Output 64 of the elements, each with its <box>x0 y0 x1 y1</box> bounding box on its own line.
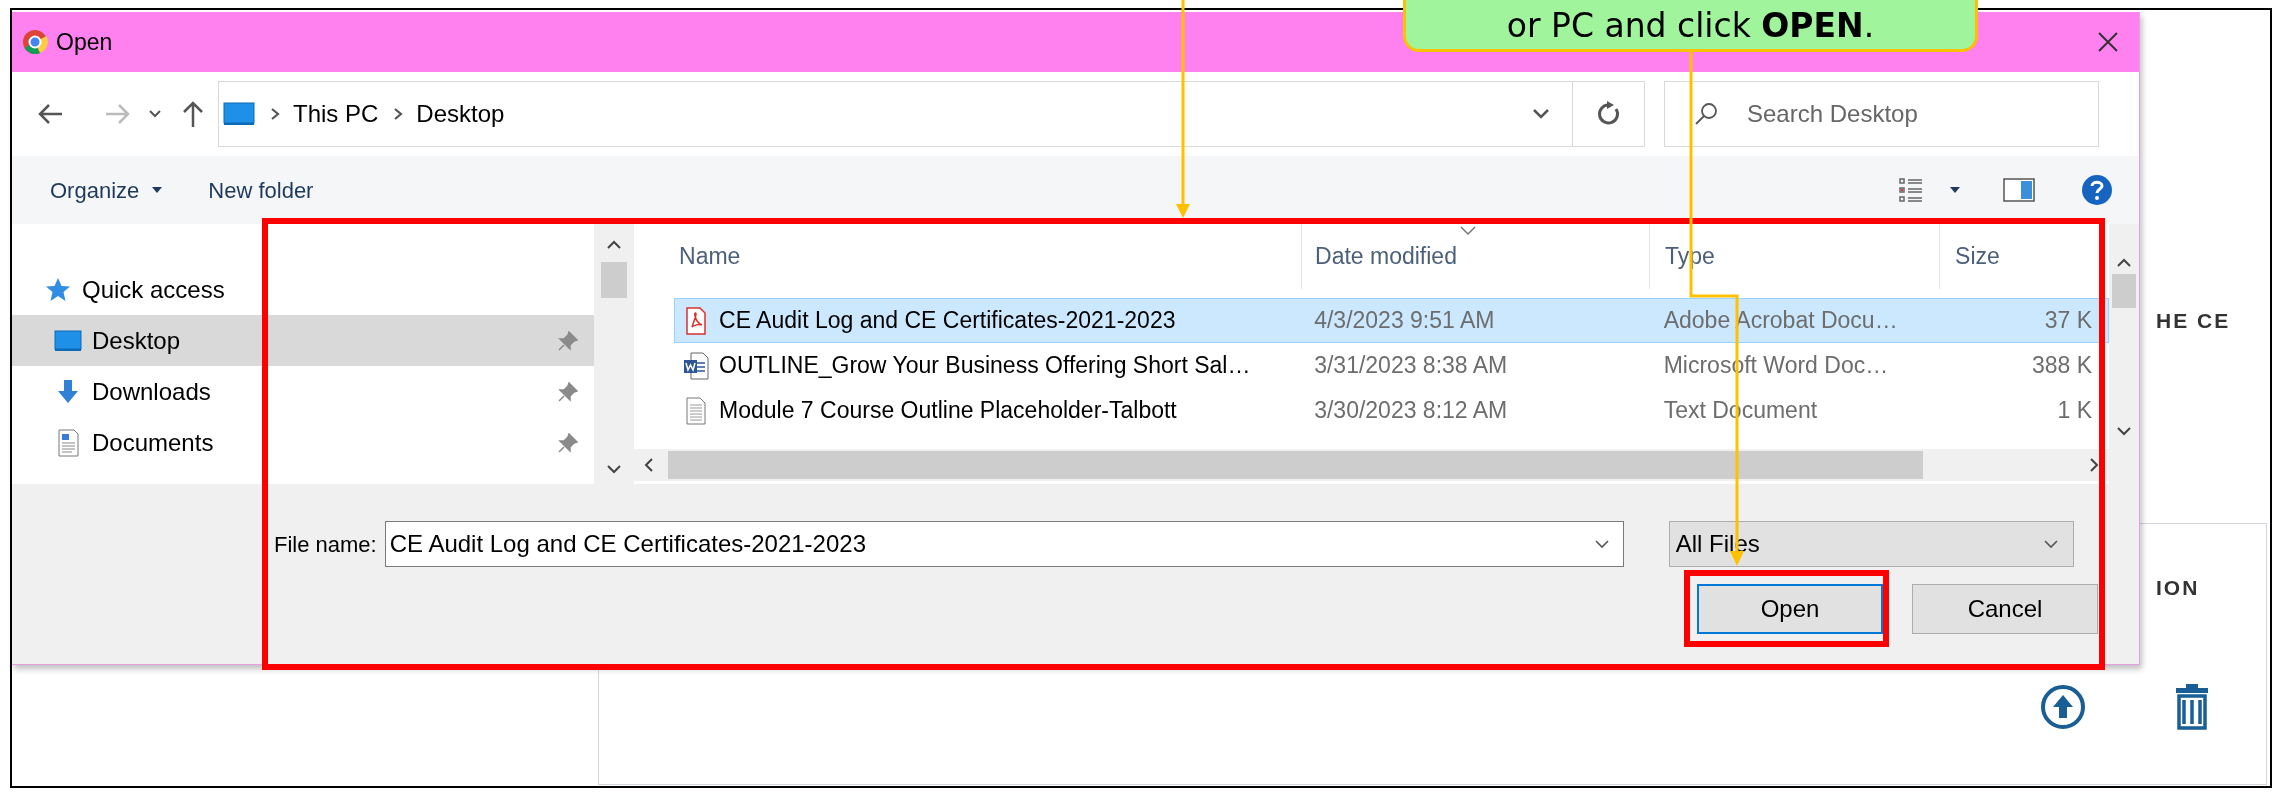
nav-item[interactable]: Quick access <box>12 264 595 315</box>
field-label: File name: <box>274 530 377 559</box>
section-heading: ION <box>2156 575 2200 601</box>
column-header[interactable]: Size <box>1955 239 2000 274</box>
scrollbar-thumb[interactable] <box>668 451 1924 479</box>
sort-icon <box>1460 226 1477 235</box>
refresh-button[interactable] <box>1573 81 1645 147</box>
caret-icon[interactable] <box>1949 186 1961 194</box>
chevron-right-icon[interactable] <box>392 107 405 121</box>
scroll-down-icon[interactable] <box>606 464 623 474</box>
callout-text: or PC and click OPEN. <box>1506 7 1875 45</box>
column-header[interactable]: Date modified <box>1315 239 1457 274</box>
nav-item[interactable]: Documents <box>12 417 595 468</box>
file-name: Module 7 Course Outline Placeholder-Talbott <box>719 396 1177 426</box>
scroll-right-icon[interactable] <box>2089 457 2100 473</box>
back-icon[interactable] <box>38 103 64 125</box>
file-size: 388 K <box>2031 352 2093 379</box>
browser-icon <box>22 29 48 55</box>
scroll-down-icon[interactable] <box>2116 426 2132 436</box>
chevron-down-icon <box>2042 539 2059 549</box>
pin-icon[interactable] <box>558 432 579 453</box>
nav-item[interactable]: Downloads <box>12 366 595 417</box>
cancel-button[interactable]: Cancel <box>1912 584 2098 634</box>
chevron-down-icon[interactable] <box>1593 539 1610 549</box>
file-date: 3/30/2023 8:12 AM <box>1314 397 1508 424</box>
scrollbar-thumb[interactable] <box>2112 274 2136 308</box>
search-icon <box>1694 102 1718 126</box>
organize-menu[interactable]: Organize <box>50 173 164 207</box>
breadcrumb-item[interactable]: Desktop <box>416 96 505 132</box>
help-icon[interactable] <box>2081 174 2113 206</box>
column-header[interactable]: Name <box>679 239 741 274</box>
close-icon[interactable] <box>2097 31 2119 53</box>
pin-icon[interactable] <box>558 381 579 402</box>
file-date: 3/31/2023 8:38 AM <box>1314 352 1508 379</box>
file-date: 4/3/2023 9:51 AM <box>1314 307 1495 334</box>
scroll-left-icon[interactable] <box>644 457 655 473</box>
nav-item[interactable]: Desktop <box>12 315 595 366</box>
preview-pane-icon[interactable] <box>2003 178 2035 202</box>
window-title: Open <box>56 27 113 57</box>
file-name: CE Audit Log and CE Certificates-2021-2023 <box>719 306 1176 336</box>
address-bar[interactable]: This PC Desktop <box>218 81 1573 147</box>
scroll-up-icon[interactable] <box>606 240 623 250</box>
scrollbar-thumb[interactable] <box>601 262 628 298</box>
new-folder-button[interactable]: New folder <box>208 173 314 207</box>
monitor-icon <box>223 102 255 126</box>
breadcrumb-item[interactable]: This PC <box>293 96 379 132</box>
file-name-field[interactable]: CE Audit Log and CE Certificates-2021-2023 <box>384 521 1624 567</box>
refresh-icon <box>1596 101 1621 127</box>
open-button[interactable]: Open <box>1697 584 1883 634</box>
file-name: OUTLINE_Grow Your Business Offering Short Sal… <box>719 351 1251 381</box>
chevron-right-icon[interactable] <box>269 107 281 121</box>
chevron-down-icon[interactable] <box>148 109 162 119</box>
word-file-icon <box>683 351 710 380</box>
view-list-icon[interactable] <box>1899 177 1923 203</box>
scroll-up-icon[interactable] <box>2116 258 2132 268</box>
caret-icon[interactable] <box>151 186 164 194</box>
section-heading: HE CE <box>2156 308 2231 334</box>
file-size: 37 K <box>2044 307 2093 334</box>
file-size: 1 K <box>2057 397 2093 424</box>
search-field[interactable]: Search Desktop <box>1664 81 2099 147</box>
trash-icon[interactable] <box>2174 682 2210 730</box>
chevron-down-icon[interactable] <box>1532 108 1550 120</box>
upload-icon[interactable] <box>2040 684 2086 730</box>
up-icon[interactable] <box>182 100 204 128</box>
